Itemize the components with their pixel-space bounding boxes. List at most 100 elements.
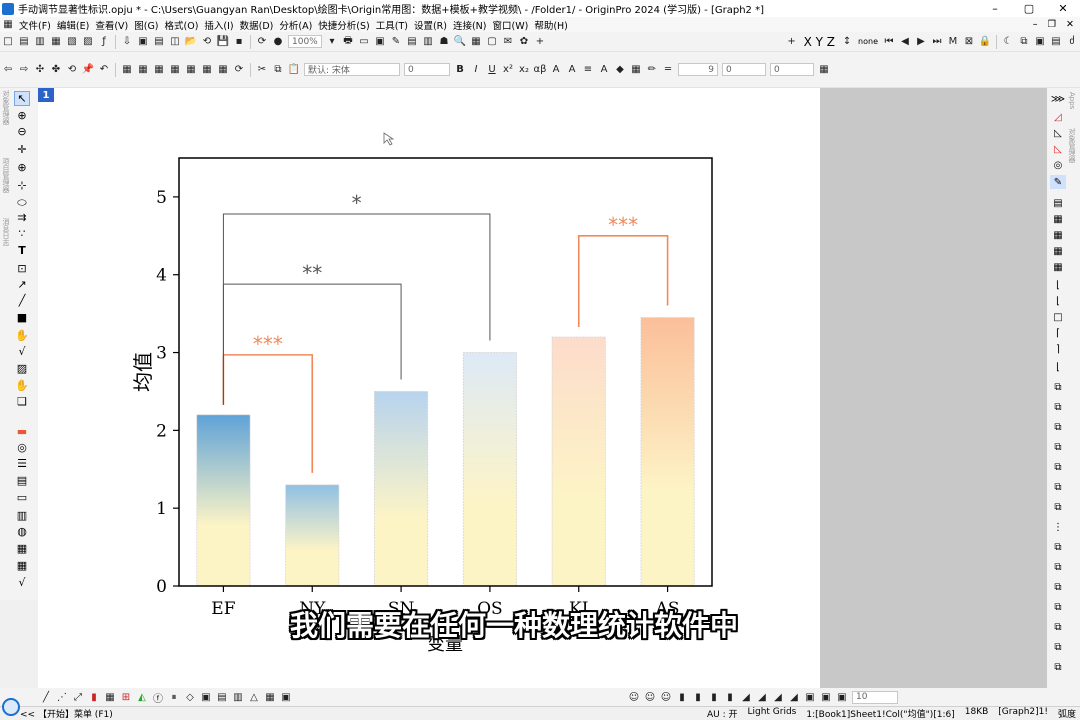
- mdi-close-icon[interactable]: ✕: [1066, 19, 1074, 30]
- menu-preferences[interactable]: 设置(R): [411, 18, 450, 32]
- region-select-icon[interactable]: ⬭: [14, 195, 30, 210]
- line-width-icon[interactable]: ═: [661, 63, 675, 77]
- plot-pie-icon[interactable]: ✎: [1050, 175, 1066, 189]
- import-csv-icon[interactable]: ▤: [152, 35, 166, 49]
- insert-image-icon[interactable]: ▭: [14, 490, 30, 505]
- new-graph-icon[interactable]: ▥: [33, 35, 47, 49]
- pan-icon[interactable]: ✤: [49, 63, 63, 77]
- y-axis-title[interactable]: 均值: [131, 352, 155, 392]
- text-tool-icon[interactable]: T: [14, 243, 30, 258]
- y-tick-label[interactable]: 3: [156, 344, 167, 364]
- bar-ki[interactable]: [551, 336, 606, 587]
- object-icon-13[interactable]: ▣: [819, 690, 833, 704]
- add-toolbar-icon[interactable]: +: [533, 35, 547, 49]
- link-layer-icon[interactable]: ▦: [216, 63, 230, 77]
- distribute-icon-3[interactable]: ⧉: [1050, 560, 1066, 574]
- superscript-icon[interactable]: x²: [501, 63, 515, 77]
- draw-data-icon[interactable]: ⇉: [14, 210, 30, 225]
- import-excel-icon[interactable]: ▣: [136, 35, 150, 49]
- spin-combo-1[interactable]: 0: [722, 63, 766, 76]
- clipboard-icon[interactable]: ⧉: [1017, 35, 1031, 49]
- scatter-plot-icon[interactable]: ⋰: [55, 690, 69, 704]
- object-icon-3[interactable]: ☺: [659, 690, 673, 704]
- align-layer-icon-1[interactable]: ⧉: [1050, 380, 1066, 394]
- undo-icon[interactable]: ↶: [97, 63, 111, 77]
- distribute-icon-1[interactable]: ⋮: [1050, 520, 1066, 534]
- align-layer-icon-2[interactable]: ⧉: [1050, 400, 1066, 414]
- insert-graph-icon[interactable]: ▨: [14, 361, 30, 376]
- table-tool-icon[interactable]: ▦: [14, 558, 30, 573]
- 3d-bar-icon[interactable]: ▤: [215, 690, 229, 704]
- align-layer-icon-7[interactable]: ⧉: [1050, 500, 1066, 514]
- layer-manager-icon[interactable]: ▤: [1050, 196, 1066, 210]
- 3d-scatter-icon[interactable]: ▥: [231, 690, 245, 704]
- object-icon-1[interactable]: ☺: [627, 690, 641, 704]
- object-icon-6[interactable]: ▮: [707, 690, 721, 704]
- print-icon[interactable]: 🖶: [341, 35, 355, 49]
- new-matrix-icon[interactable]: ▦: [49, 35, 63, 49]
- insert-table-icon[interactable]: ✋: [14, 378, 30, 393]
- menu-edit[interactable]: 编辑(E): [54, 18, 92, 32]
- save-project-icon[interactable]: 💾: [216, 35, 230, 49]
- open-icon[interactable]: 📂: [184, 35, 198, 49]
- last-column-icon[interactable]: ⏭: [930, 35, 944, 49]
- extract-graph-icon[interactable]: ▦: [152, 63, 166, 77]
- open-recent-icon[interactable]: ⟲: [200, 35, 214, 49]
- hand-tool-icon[interactable]: ✋: [14, 328, 30, 343]
- copy-page-icon[interactable]: ▭: [357, 35, 371, 49]
- menu-window[interactable]: 窗口(W): [490, 18, 532, 32]
- save-window-icon[interactable]: ▪: [232, 35, 246, 49]
- rotate-layer-icon[interactable]: ⟳: [232, 63, 246, 77]
- template-icon[interactable]: ◫: [168, 35, 182, 49]
- axis-left-icon[interactable]: ⌊: [1050, 278, 1066, 292]
- math-tool-icon[interactable]: √: [14, 575, 30, 590]
- mask-points-icon[interactable]: ∵: [14, 226, 30, 241]
- plot-polar-icon[interactable]: ◎: [1050, 158, 1066, 172]
- new-function-icon[interactable]: ƒ: [97, 35, 111, 49]
- significance-label[interactable]: **: [302, 261, 322, 285]
- distribute-icon-5[interactable]: ⧉: [1050, 600, 1066, 614]
- template-library-icon[interactable]: ▣: [279, 690, 293, 704]
- bar-sn[interactable]: [374, 391, 429, 587]
- recalculate-icon[interactable]: ⟳: [255, 35, 269, 49]
- status-angle-unit[interactable]: 弧度: [1058, 707, 1076, 720]
- align-icon[interactable]: ≡: [581, 63, 595, 77]
- apps-icon[interactable]: ▦: [469, 35, 483, 49]
- y-tick-label[interactable]: 4: [156, 266, 167, 286]
- spin-combo-2[interactable]: 0: [770, 63, 814, 76]
- bar-ef[interactable]: [196, 414, 251, 587]
- status-theme[interactable]: Light Grids: [747, 707, 796, 720]
- font-name-combo[interactable]: 默认: 宋体: [304, 63, 400, 76]
- layout-icon[interactable]: ▤: [1049, 35, 1063, 49]
- zoom-in-icon[interactable]: ⊕: [14, 108, 30, 123]
- significance-bracket[interactable]: [222, 213, 491, 405]
- arrow-tool-icon[interactable]: ↗: [14, 277, 30, 292]
- contour-icon[interactable]: ◇: [183, 690, 197, 704]
- object-icon-11[interactable]: ◢: [787, 690, 801, 704]
- new-workbook-icon[interactable]: ▤: [17, 35, 31, 49]
- mask-icon[interactable]: M: [946, 35, 960, 49]
- back-arrow-icon[interactable]: ⇦: [1, 63, 15, 77]
- menu-file[interactable]: 文件(F): [16, 18, 54, 32]
- pin-icon[interactable]: 📌: [81, 63, 95, 77]
- object-icon-7[interactable]: ▮: [723, 690, 737, 704]
- bar-chart[interactable]: ********* 012345EF NY SN OS KI AS 均值 变量: [38, 88, 820, 688]
- area-plot-icon[interactable]: ◭: [135, 690, 149, 704]
- set-none-label[interactable]: none: [858, 37, 878, 46]
- object-icon-2[interactable]: ☺: [643, 690, 657, 704]
- set-column-xyz[interactable]: X Y Z: [804, 35, 835, 49]
- stop-icon[interactable]: ●: [271, 35, 285, 49]
- annotation-icon[interactable]: ⊡: [14, 261, 30, 276]
- align-layer-icon-6[interactable]: ⧉: [1050, 480, 1066, 494]
- axis-scale-icon[interactable]: ⌊: [1050, 360, 1066, 374]
- equation-tool-icon[interactable]: √: [14, 344, 30, 359]
- graph-page[interactable]: 1 *** ** * *** 0 1 2 3 4 5 EF NY SN OS KI AS 均值 变量: [38, 88, 820, 688]
- paste-icon[interactable]: 📋: [287, 63, 301, 77]
- unmask-icon[interactable]: ⊠: [962, 35, 976, 49]
- mdi-restore-icon[interactable]: ❐: [1048, 19, 1057, 30]
- column-plot-icon[interactable]: ▮: [87, 690, 101, 704]
- fill-color-icon[interactable]: ◆: [613, 63, 627, 77]
- menu-help[interactable]: 帮助(H): [531, 18, 571, 32]
- dropdown-arrow-icon[interactable]: ▾: [325, 35, 339, 49]
- increase-font-icon[interactable]: A: [549, 63, 563, 77]
